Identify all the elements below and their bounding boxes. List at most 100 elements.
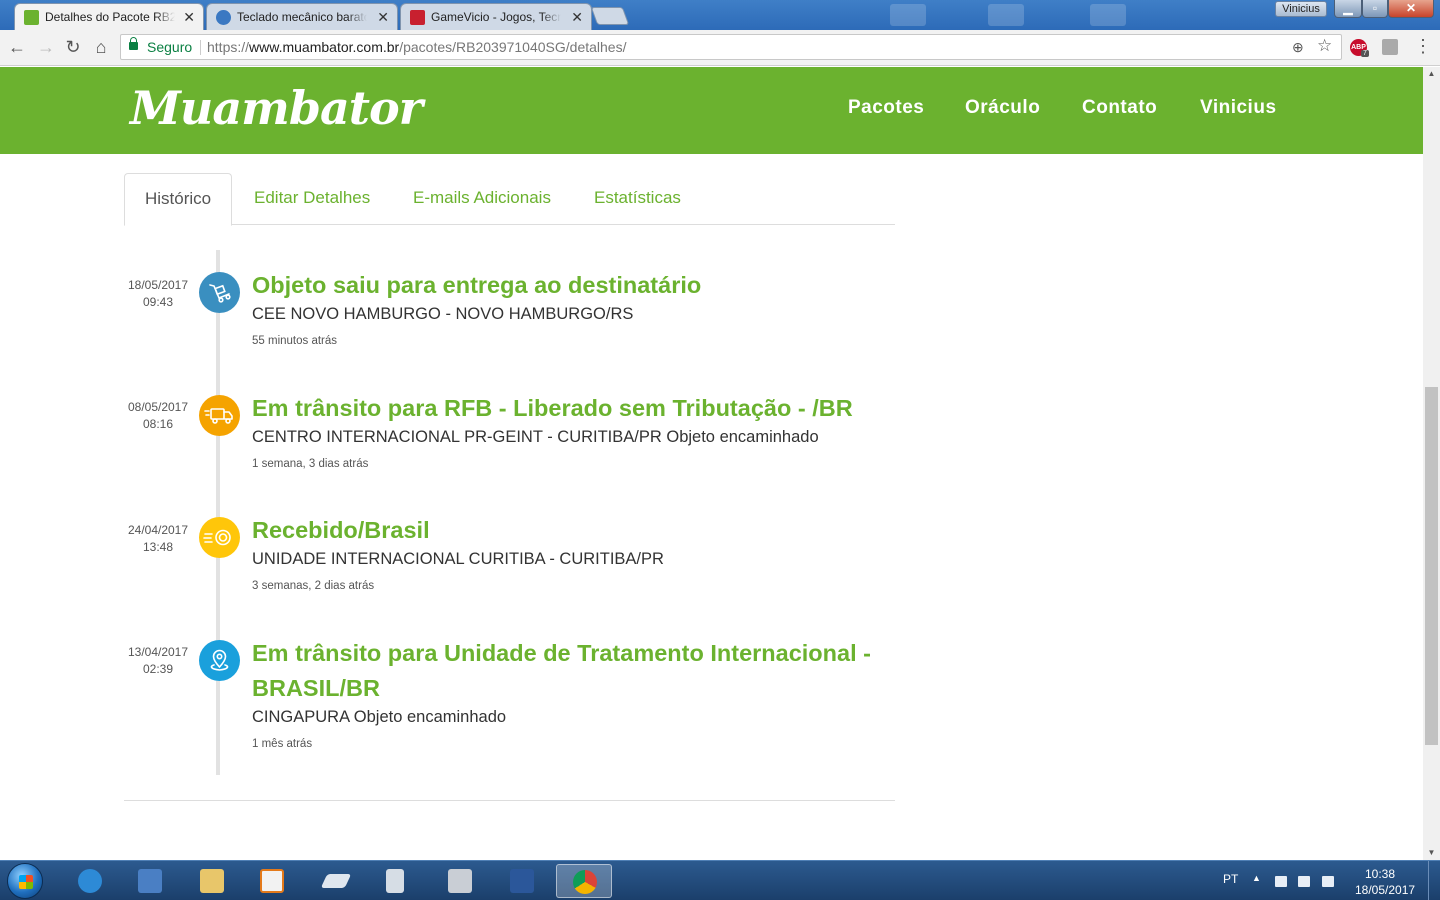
nav-oraculo[interactable]: Oráculo: [965, 97, 1040, 119]
maximize-button[interactable]: ▫: [1362, 0, 1388, 18]
close-icon[interactable]: ✕: [571, 4, 583, 30]
back-icon[interactable]: ←: [6, 36, 28, 58]
browser-tab-gamevicio[interactable]: GameVicio - Jogos, Tecnologia ✕: [400, 3, 592, 30]
network-icon: [138, 869, 162, 893]
taskbar-explorer[interactable]: [184, 864, 240, 898]
extension-icon[interactable]: [1382, 39, 1398, 55]
event-date: 08/05/2017 08:16: [124, 399, 192, 433]
gamevicio-icon: [410, 10, 425, 25]
taskbar-app[interactable]: [308, 864, 364, 898]
address-bar[interactable]: Seguro https://www.muambator.com.br/paco…: [120, 34, 1342, 60]
new-tab-button[interactable]: [590, 7, 630, 25]
event-date-time: 13:48: [142, 540, 174, 554]
site-header: Muambator Pacotes Oráculo Contato Vinici…: [0, 67, 1423, 154]
bookmark-star-icon[interactable]: ☆: [1317, 36, 1332, 56]
taskbar-media-player[interactable]: [244, 864, 300, 898]
site-logo[interactable]: Muambator: [130, 81, 423, 135]
event-date-day: 24/04/2017: [127, 523, 189, 537]
nav-pacotes[interactable]: Pacotes: [848, 97, 924, 119]
clock-date[interactable]: 18/05/2017: [1355, 883, 1415, 897]
browser-titlebar: Detalhes do Pacote RB203971040SG ✕ Tecla…: [0, 0, 1440, 30]
received-icon: [199, 517, 240, 558]
browser-tab-muambator[interactable]: Detalhes do Pacote RB203971040SG ✕: [14, 3, 204, 30]
tab-estatisticas[interactable]: Estatísticas: [574, 173, 701, 225]
event-location: CEE NOVO HAMBURGO - NOVO HAMBURGO/RS: [252, 305, 634, 323]
tab-editar-detalhes[interactable]: Editar Detalhes: [234, 173, 390, 225]
event-date: 24/04/2017 13:48: [124, 522, 192, 556]
profile-button[interactable]: Vinicius: [1275, 1, 1327, 17]
network-tray-icon[interactable]: [1298, 876, 1310, 887]
event-location: UNIDADE INTERNACIONAL CURITIBA - CURITIB…: [252, 550, 664, 568]
scroll-down-icon[interactable]: ▼: [1423, 846, 1440, 860]
page-viewport: Muambator Pacotes Oráculo Contato Vinici…: [0, 67, 1423, 860]
home-icon[interactable]: ⌂: [90, 36, 112, 58]
event-date-day: 13/04/2017: [127, 645, 189, 659]
muambator-icon: [24, 10, 39, 25]
event-date-day: 08/05/2017: [127, 400, 189, 414]
titlebar-decoration: [1090, 4, 1126, 26]
event-date: 13/04/2017 02:39: [124, 644, 192, 678]
show-hidden-icons-icon[interactable]: ▲: [1252, 873, 1261, 883]
tab-title: Teclado mecânico barato: [237, 10, 367, 24]
tab-title: Detalhes do Pacote RB203971040SG: [45, 10, 175, 24]
taskbar-ie[interactable]: [62, 864, 118, 898]
titlebar-decoration: [988, 4, 1024, 26]
start-button[interactable]: [7, 863, 43, 899]
scroll-up-icon[interactable]: ▲: [1423, 67, 1440, 81]
truck-icon: [199, 395, 240, 436]
zoom-icon[interactable]: ⊕: [1292, 39, 1304, 56]
taskbar-network[interactable]: [122, 864, 178, 898]
scrollbar-thumb[interactable]: [1425, 387, 1438, 745]
event-location: CINGAPURA Objeto encaminhado: [252, 708, 507, 726]
taskbar-chrome[interactable]: [556, 864, 612, 898]
printer-icon: [448, 869, 472, 893]
close-icon[interactable]: ✕: [377, 4, 389, 30]
event-title: Em trânsito para Unidade de Tratamento I…: [252, 640, 871, 701]
event-title: Recebido/Brasil: [252, 517, 430, 543]
action-center-flag-icon[interactable]: [1275, 876, 1287, 887]
event-relative-time: 3 semanas, 2 dias atrás: [252, 580, 375, 592]
divider: [200, 40, 201, 55]
event-date-time: 08:16: [142, 417, 174, 431]
detail-tabs: Histórico Editar Detalhes E-mails Adicio…: [124, 173, 895, 226]
windows-logo-icon: [19, 875, 33, 889]
location-pin-icon: [199, 640, 240, 681]
generic-app-icon: [320, 874, 352, 888]
tab-historico[interactable]: Histórico: [124, 173, 232, 226]
show-desktop-button[interactable]: [1428, 861, 1440, 900]
language-indicator[interactable]: PT: [1223, 872, 1238, 886]
secure-label: Seguro: [147, 39, 193, 55]
forward-icon[interactable]: →: [35, 36, 57, 58]
taskbar-printers[interactable]: [432, 864, 488, 898]
adblock-count-badge: 7: [1361, 50, 1369, 57]
volume-icon[interactable]: [1322, 876, 1334, 887]
minimize-button[interactable]: ▁: [1334, 0, 1362, 18]
event-relative-time: 1 semana, 3 dias atrás: [252, 458, 369, 470]
close-icon[interactable]: ✕: [183, 4, 195, 30]
url-text[interactable]: https://www.muambator.com.br/pacotes/RB2…: [207, 39, 626, 55]
nav-user[interactable]: Vinicius: [1200, 97, 1277, 119]
event-title: Objeto saiu para entrega ao destinatário: [252, 272, 702, 298]
clock-time[interactable]: 10:38: [1365, 867, 1395, 881]
event-date-day: 18/05/2017: [127, 278, 189, 292]
reload-icon[interactable]: ↻: [62, 36, 84, 58]
explorer-folder-icon: [200, 869, 224, 893]
media-player-icon: [260, 869, 284, 893]
event-relative-time: 1 mês atrás: [252, 738, 313, 750]
timeline-line: [216, 250, 220, 775]
tab-emails-adicionais[interactable]: E-mails Adicionais: [393, 173, 571, 225]
menu-icon[interactable]: ⋮: [1414, 36, 1432, 57]
divider: [124, 800, 895, 801]
window-close-button[interactable]: ✕: [1388, 0, 1434, 18]
taskbar-word[interactable]: [494, 864, 550, 898]
event-date-time: 02:39: [142, 662, 174, 676]
nav-contato[interactable]: Contato: [1082, 97, 1157, 119]
word-icon: [510, 869, 534, 893]
url-path: /pacotes/RB203971040SG/detalhes/: [399, 39, 627, 55]
notepad-icon: [386, 869, 404, 893]
browser-tab-keyboard[interactable]: Teclado mecânico barato ✕: [206, 3, 398, 30]
event-relative-time: 55 minutos atrás: [252, 335, 338, 347]
page-scrollbar[interactable]: ▲ ▼: [1423, 67, 1440, 860]
url-scheme: https://: [207, 39, 250, 55]
taskbar-notepad[interactable]: [370, 864, 426, 898]
